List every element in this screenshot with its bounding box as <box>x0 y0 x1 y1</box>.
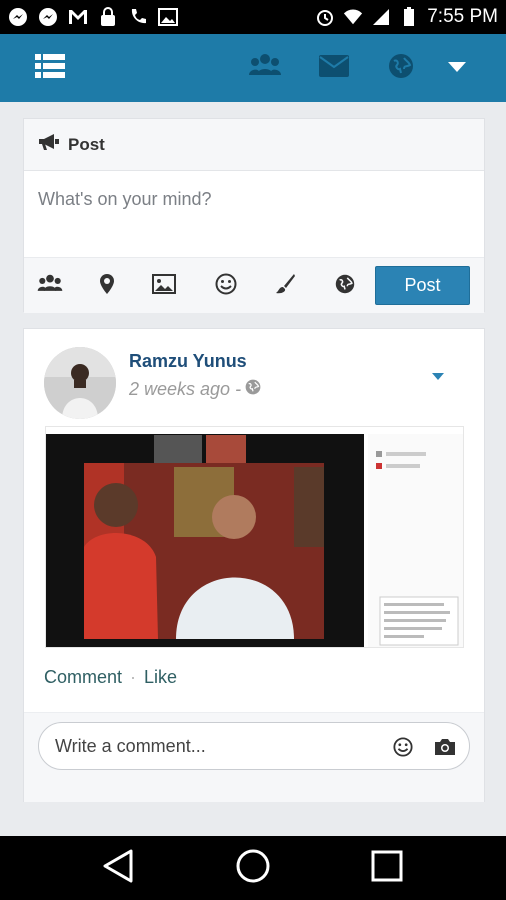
system-nav-bar <box>0 836 506 900</box>
recents-icon <box>371 850 403 887</box>
messenger-icon <box>38 7 58 27</box>
comment-link[interactable]: Comment <box>44 667 122 688</box>
alarm-icon <box>315 7 335 27</box>
post-meta: 2 weeks ago - <box>129 379 261 400</box>
post-card: Ramzu Yunus 2 weeks ago - Comment · Like… <box>23 328 485 802</box>
globe-icon <box>335 274 355 299</box>
back-icon <box>102 849 134 888</box>
privacy-button[interactable] <box>331 272 359 300</box>
gmail-icon <box>68 7 88 27</box>
home-button[interactable] <box>235 849 271 888</box>
camera-icon[interactable] <box>433 735 457 759</box>
messenger-icon <box>8 7 28 27</box>
menu-icon <box>35 53 65 83</box>
comment-section: Write a comment... <box>24 712 484 802</box>
globe-button[interactable] <box>381 48 421 88</box>
post-options-button[interactable] <box>432 367 444 385</box>
back-button[interactable] <box>100 849 136 888</box>
globe-icon <box>245 379 261 400</box>
post-input-placeholder: What's on your mind? <box>38 189 212 209</box>
post-composer: Post What's on your mind? Post <box>23 118 485 313</box>
post-button[interactable]: Post <box>375 266 470 305</box>
brush-icon <box>274 273 296 300</box>
emoji-icon <box>215 273 237 300</box>
menu-button[interactable] <box>30 48 70 88</box>
like-link[interactable]: Like <box>144 667 177 688</box>
globe-icon <box>388 53 414 84</box>
friends-icon <box>249 53 281 84</box>
status-time: 7:55 PM <box>427 6 498 27</box>
composer-title: Post <box>68 134 105 154</box>
composer-toolbar: Post <box>24 257 484 313</box>
chevron-down-icon <box>432 367 444 384</box>
signal-icon <box>371 7 391 27</box>
post-image[interactable] <box>45 426 464 648</box>
home-icon <box>236 849 270 888</box>
emoji-icon[interactable] <box>391 735 415 759</box>
avatar[interactable] <box>44 347 116 419</box>
friends-button[interactable] <box>245 48 285 88</box>
photo-button[interactable] <box>150 272 178 300</box>
emoji-button[interactable] <box>212 272 240 300</box>
post-input[interactable]: What's on your mind? <box>24 171 484 257</box>
composer-header: Post <box>24 119 484 171</box>
messages-icon <box>319 54 349 82</box>
comment-input[interactable]: Write a comment... <box>38 722 470 770</box>
post-author[interactable]: Ramzu Yunus <box>129 351 247 372</box>
comment-placeholder: Write a comment... <box>55 735 206 756</box>
messages-button[interactable] <box>314 48 354 88</box>
tag-friends-button[interactable] <box>36 272 64 300</box>
post-time: 2 weeks ago - <box>129 379 242 399</box>
phone-icon <box>128 7 148 27</box>
lock-icon <box>98 7 118 27</box>
friends-icon <box>37 274 63 299</box>
battery-icon <box>399 7 419 27</box>
image-icon <box>158 7 178 27</box>
photo-icon <box>152 273 176 299</box>
actions-separator: · <box>130 667 137 687</box>
location-icon <box>100 273 114 299</box>
chevron-down-icon <box>448 59 466 77</box>
app-bar <box>0 34 506 102</box>
wifi-icon <box>343 7 363 27</box>
recents-button[interactable] <box>369 850 405 886</box>
post-actions: Comment · Like <box>44 667 177 688</box>
dropdown-button[interactable] <box>437 48 477 88</box>
location-button[interactable] <box>93 272 121 300</box>
megaphone-icon <box>38 133 60 156</box>
brush-button[interactable] <box>271 272 299 300</box>
status-bar: 7:55 PM <box>0 0 506 34</box>
